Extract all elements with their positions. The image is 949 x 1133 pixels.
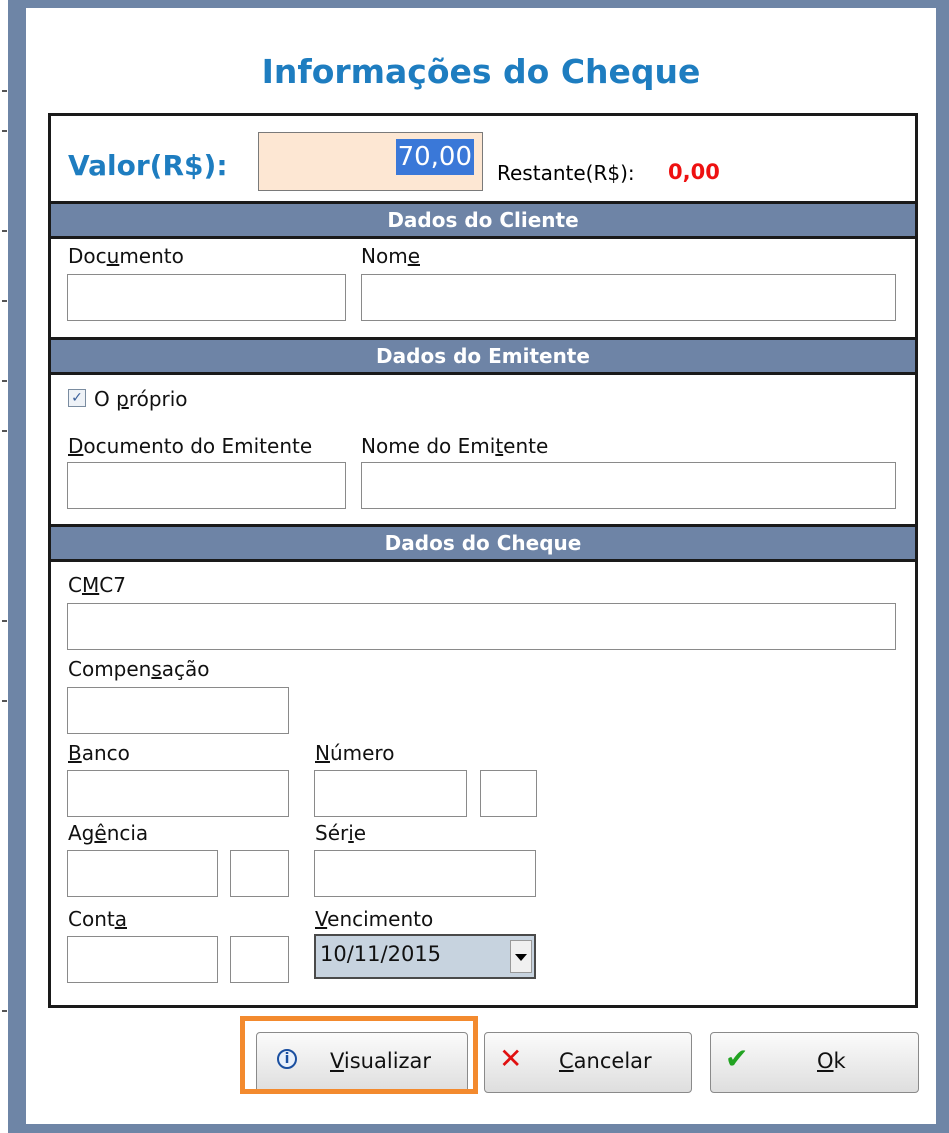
serie-label: Série	[315, 821, 367, 845]
cheque-info-dialog: Informações do Cheque Valor(R$): 70,00 R…	[26, 8, 936, 1124]
nome-label: Nome	[361, 244, 420, 268]
cancelar-button[interactable]: ✕ Cancelar	[484, 1032, 692, 1093]
numero-field[interactable]	[314, 770, 467, 817]
vencimento-label: Vencimento	[315, 907, 434, 931]
vencimento-value: 10/11/2015	[320, 942, 442, 966]
valor-value: 70,00	[395, 139, 474, 175]
nome-emitente-label: Nome do Emitente	[361, 434, 549, 458]
section-cliente: Dados do Cliente	[51, 201, 915, 239]
conta-label: Conta	[68, 907, 127, 931]
ok-button[interactable]: ✔ Ok	[710, 1032, 919, 1093]
restante-label: Restante(R$):	[497, 161, 635, 185]
o-proprio-checkbox[interactable]: ✓	[68, 389, 86, 407]
numero-label: Número	[315, 741, 395, 765]
banco-label: Banco	[68, 741, 130, 765]
nome-field[interactable]	[361, 274, 896, 321]
documento-emitente-field[interactable]	[67, 462, 346, 509]
documento-label: Documento	[68, 244, 184, 268]
visualizar-highlight-frame	[240, 1016, 478, 1094]
vencimento-select[interactable]: 10/11/2015	[314, 934, 536, 979]
valor-input[interactable]: 70,00	[258, 132, 483, 191]
agencia-label: Agência	[68, 821, 149, 845]
cmc7-label: CMC7	[68, 573, 126, 597]
checkmark-icon: ✔	[725, 1042, 749, 1075]
nome-emitente-field[interactable]	[361, 462, 896, 509]
vencimento-dropdown-button[interactable]	[510, 940, 532, 973]
form-frame: Valor(R$): 70,00 Restante(R$): 0,00 Dado…	[48, 113, 918, 1008]
ok-label: Ok	[817, 1049, 846, 1073]
banco-field[interactable]	[67, 770, 289, 817]
x-icon: ✕	[499, 1042, 523, 1075]
agencia-digit-field[interactable]	[230, 850, 289, 897]
serie-field[interactable]	[314, 850, 536, 897]
cmc7-field[interactable]	[67, 603, 896, 650]
valor-label: Valor(R$):	[68, 149, 228, 182]
compensacao-label: Compensação	[68, 657, 210, 681]
chevron-down-icon	[515, 954, 527, 961]
restante-value: 0,00	[668, 160, 720, 184]
agencia-field[interactable]	[67, 850, 218, 897]
compensacao-field[interactable]	[67, 687, 289, 734]
dialog-title: Informações do Cheque	[261, 52, 701, 91]
numero-digit-field[interactable]	[480, 770, 537, 817]
section-cheque: Dados do Cheque	[51, 524, 915, 562]
conta-field[interactable]	[67, 936, 218, 983]
documento-emitente-label: Documento do Emitente	[68, 434, 313, 458]
documento-field[interactable]	[67, 274, 346, 321]
cancelar-label: Cancelar	[559, 1049, 652, 1073]
background-window-strip	[0, 0, 8, 1133]
o-proprio-label: O próprio	[94, 387, 188, 411]
conta-digit-field[interactable]	[230, 936, 289, 983]
section-emitente: Dados do Emitente	[51, 337, 915, 375]
